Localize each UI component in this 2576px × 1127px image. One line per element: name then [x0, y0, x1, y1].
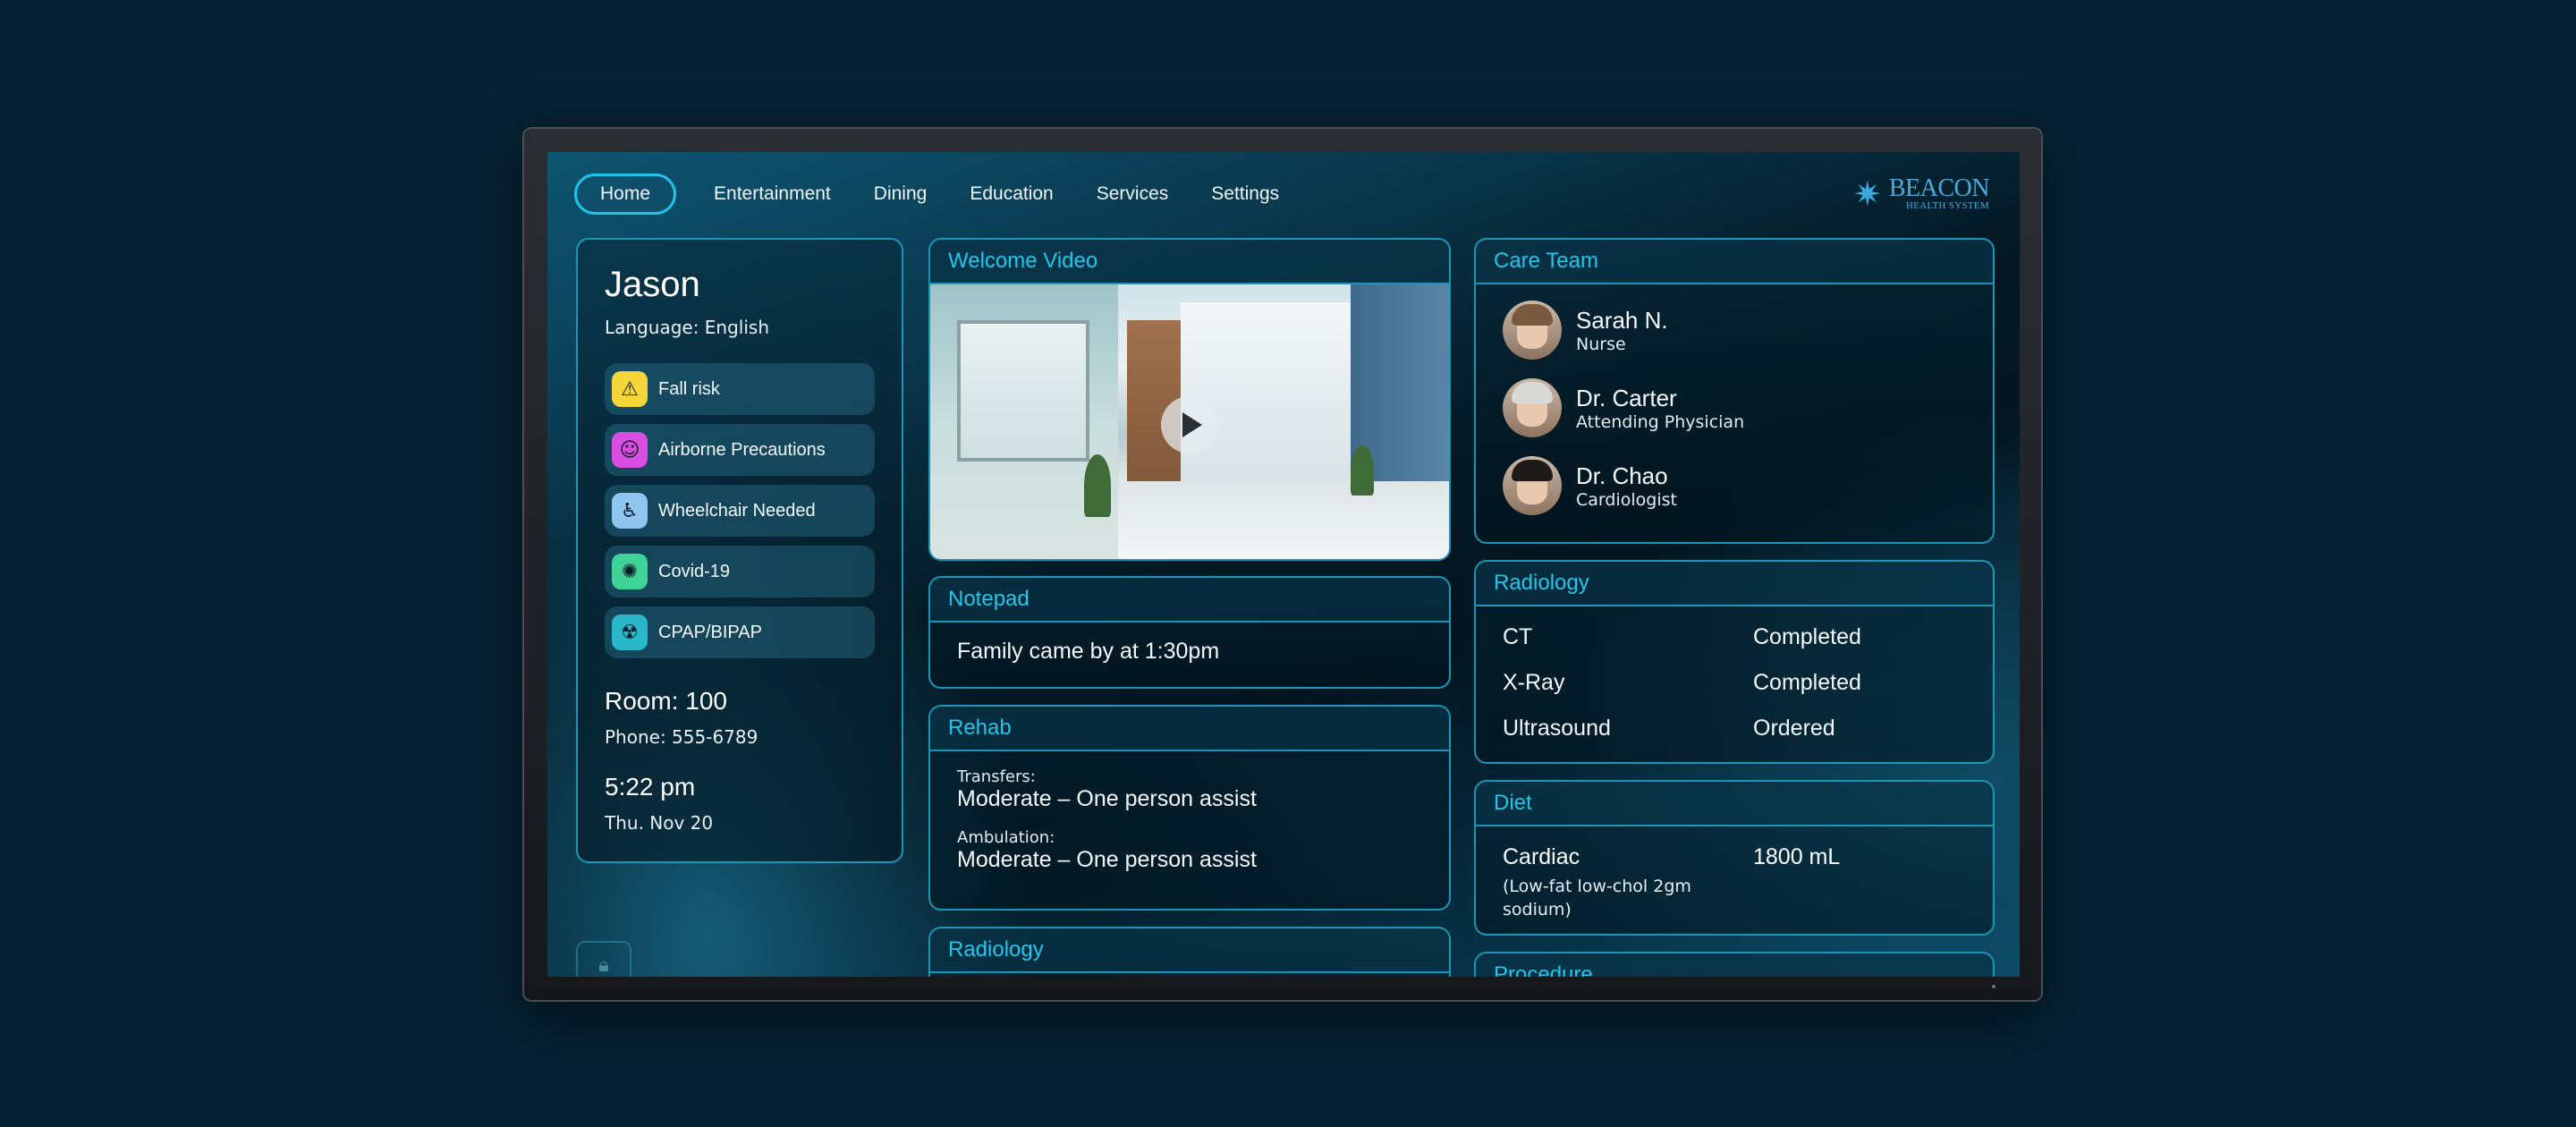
- care-team-card: Care Team Sarah N. Nurse Dr. Carter Atte…: [1474, 238, 1995, 544]
- beacon-logo: ✷ BEACON HEALTH SYSTEM: [1852, 174, 1990, 214]
- care-team-member[interactable]: Sarah N. Nurse: [1503, 301, 1668, 360]
- tv-screen: Home Entertainment Dining Education Serv…: [547, 152, 2020, 977]
- lock-button[interactable]: 🔒︎: [576, 941, 631, 977]
- member-role: Nurse: [1576, 334, 1626, 354]
- rehab-label: Ambulation:: [957, 828, 1055, 847]
- current-time: 5:22 pm: [605, 773, 696, 801]
- rehab-value: Moderate – One person assist: [957, 847, 1257, 872]
- radiology-card: Radiology CT Completed X-Ray Completed U…: [1474, 560, 1995, 764]
- avatar: [1503, 456, 1562, 515]
- alert-label: CPAP/BIPAP: [658, 622, 762, 642]
- nav-entertainment[interactable]: Entertainment: [708, 174, 836, 215]
- mask-icon: ☺: [612, 432, 648, 468]
- avatar: [1503, 378, 1562, 437]
- diet-card: Diet Cardiac (Low-fat low-chol 2gm sodiu…: [1474, 780, 1995, 936]
- rehab-card: Rehab Transfers: Moderate – One person a…: [928, 705, 1451, 911]
- card-title: Radiology: [1476, 562, 1993, 606]
- care-team-member[interactable]: Dr. Chao Cardiologist: [1503, 456, 1677, 515]
- member-name: Sarah N.: [1576, 306, 1668, 334]
- card-title: Notepad: [930, 578, 1449, 623]
- alert-label: Fall risk: [658, 378, 720, 399]
- play-button[interactable]: [1161, 396, 1218, 453]
- radiology-test: X-Ray: [1503, 670, 1565, 695]
- alert-wheelchair-needed[interactable]: ♿ Wheelchair Needed: [605, 485, 875, 537]
- nav-dining[interactable]: Dining: [869, 174, 933, 215]
- care-team-member[interactable]: Dr. Carter Attending Physician: [1503, 378, 1744, 437]
- radiology-card-lower: Radiology: [928, 927, 1451, 977]
- alert-fall-risk[interactable]: ⚠ Fall risk: [605, 363, 875, 415]
- diet-name: Cardiac: [1503, 844, 1580, 869]
- radiology-test: CT: [1503, 624, 1533, 649]
- lock-icon: 🔒︎: [598, 953, 609, 977]
- diet-description: (Low-fat low-chol 2gm sodium): [1503, 877, 1691, 919]
- card-title: Radiology: [930, 928, 1449, 973]
- fall-risk-icon: ⚠: [612, 371, 648, 407]
- patient-language: Language: English: [605, 317, 770, 338]
- alert-airborne-precautions[interactable]: ☺ Airborne Precautions: [605, 424, 875, 476]
- card-title: Diet: [1476, 782, 1993, 826]
- wheelchair-icon: ♿: [612, 493, 648, 529]
- alert-label: Covid-19: [658, 561, 731, 581]
- nav-settings[interactable]: Settings: [1206, 174, 1284, 215]
- member-role: Attending Physician: [1576, 411, 1745, 432]
- welcome-video-card: Welcome Video: [928, 238, 1451, 561]
- patient-card: Jason Language: English ⚠ Fall risk ☺ Ai…: [576, 238, 903, 863]
- phone-number: Phone: 555-6789: [605, 726, 758, 748]
- virus-icon: ✺: [612, 554, 648, 589]
- rehab-value: Moderate – One person assist: [957, 786, 1257, 811]
- current-date: Thu. Nov 20: [605, 812, 714, 834]
- patient-name: Jason: [605, 265, 700, 304]
- member-name: Dr. Carter: [1576, 384, 1677, 411]
- alert-cpap-bipap[interactable]: ☢ CPAP/BIPAP: [605, 606, 875, 658]
- alert-covid-19[interactable]: ✺ Covid-19: [605, 546, 875, 597]
- nav-education[interactable]: Education: [964, 174, 1058, 215]
- radiology-status: Completed: [1753, 624, 1861, 649]
- radiology-status: Completed: [1753, 670, 1861, 695]
- alert-label: Wheelchair Needed: [658, 500, 816, 521]
- notepad-card: Notepad Family came by at 1:30pm: [928, 576, 1451, 689]
- play-icon: [1182, 412, 1202, 437]
- nav-home[interactable]: Home: [574, 174, 677, 215]
- patient-alerts: ⚠ Fall risk ☺ Airborne Precautions ♿ Whe…: [605, 363, 875, 667]
- alert-label: Airborne Precautions: [658, 439, 826, 460]
- card-title: Rehab: [930, 707, 1449, 751]
- avatar: [1503, 301, 1562, 360]
- card-title: Welcome Video: [930, 240, 1449, 284]
- radiology-status: Ordered: [1753, 716, 1835, 741]
- notepad-text: Family came by at 1:30pm: [957, 639, 1220, 664]
- room-number: Room: 100: [605, 687, 727, 715]
- procedure-card: Procedure: [1474, 952, 1995, 977]
- card-title: Care Team: [1476, 240, 1993, 284]
- member-role: Cardiologist: [1576, 489, 1677, 510]
- member-name: Dr. Chao: [1576, 462, 1668, 489]
- fluid-limit: 1800 mL: [1753, 844, 1841, 869]
- tv-power-led: [1992, 985, 1996, 988]
- rehab-label: Transfers:: [957, 767, 1036, 786]
- logo-name: BEACON: [1888, 174, 1990, 202]
- radiology-test: Ultrasound: [1503, 716, 1611, 741]
- main-nav: Home Entertainment Dining Education Serv…: [574, 174, 1317, 215]
- cpap-mask-icon: ☢: [612, 614, 648, 650]
- video-thumbnail[interactable]: [930, 284, 1449, 559]
- star-logo-icon: ✷: [1852, 174, 1882, 214]
- card-title: Procedure: [1476, 953, 1993, 977]
- nav-services[interactable]: Services: [1091, 174, 1174, 215]
